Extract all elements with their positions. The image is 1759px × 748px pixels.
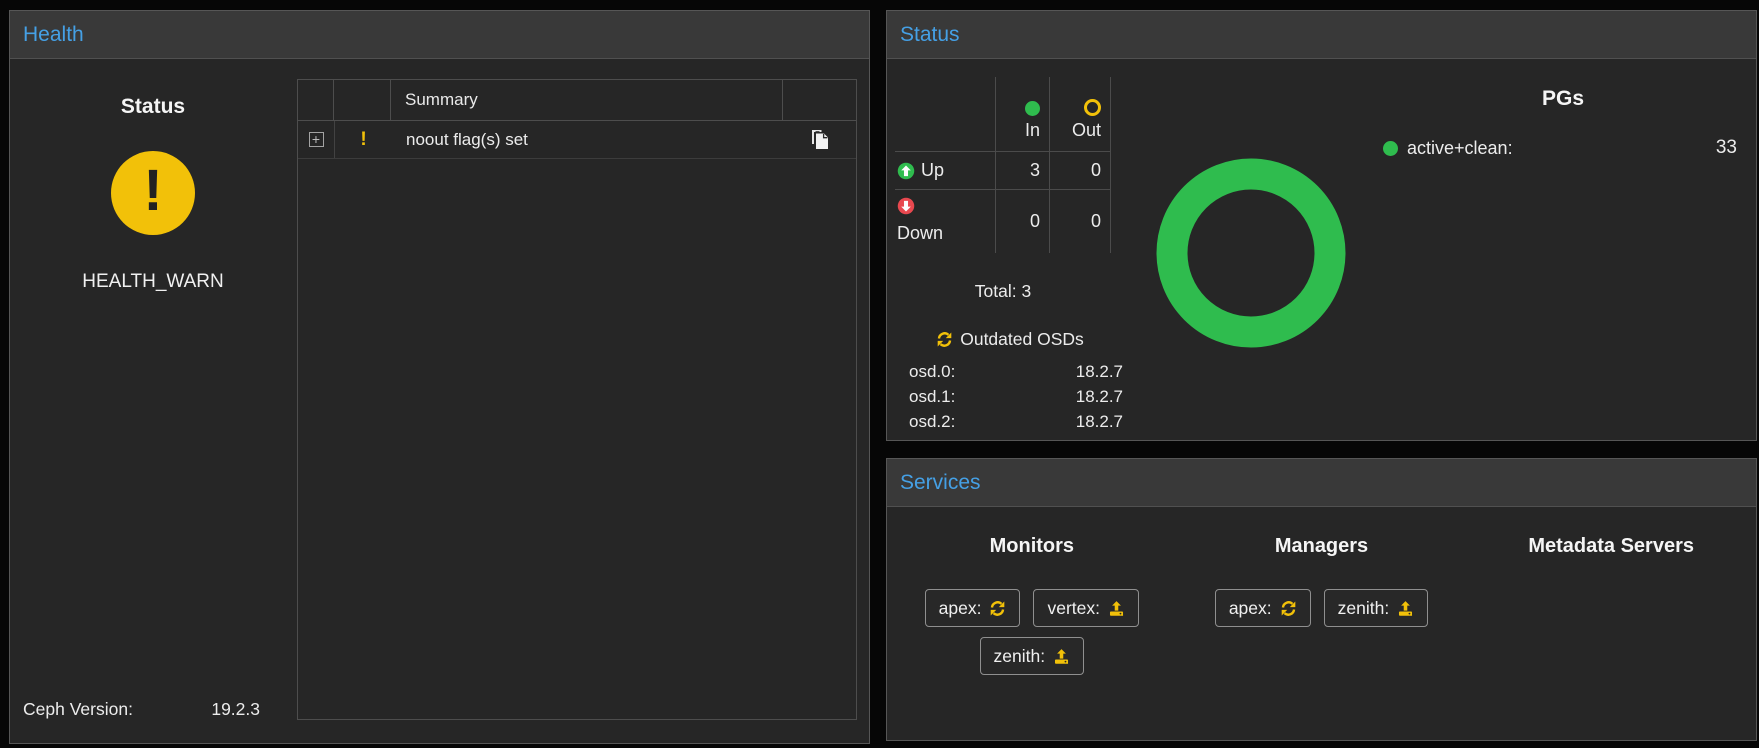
- up-in-value: 3: [995, 151, 1049, 189]
- health-panel-header: Health: [10, 11, 869, 59]
- service-badge-mon-vertex[interactable]: vertex:: [1033, 589, 1139, 627]
- metadata-servers-heading: Metadata Servers: [1466, 535, 1756, 558]
- managers-column: Managers apex: zenith:: [1177, 507, 1467, 741]
- arrow-down-circle-icon: [897, 197, 915, 215]
- osd-inout-table: In Out Up 3 0 Down 0: [895, 77, 1111, 253]
- metadata-servers-column: Metadata Servers: [1466, 507, 1756, 741]
- status-panel: Status In Out Up 3 0: [886, 10, 1757, 441]
- refresh-icon: [989, 600, 1006, 617]
- inout-in-header: In: [995, 77, 1049, 151]
- pgs-donut-chart: [1153, 155, 1349, 351]
- pgs-legend-label: active+clean:: [1407, 138, 1513, 159]
- expand-column-header: [298, 80, 334, 120]
- services-panel-body: Monitors apex: vertex: zenith:: [887, 507, 1756, 741]
- refresh-icon: [1280, 600, 1297, 617]
- monitors-heading: Monitors: [887, 535, 1177, 558]
- health-summary-grid: Summary + ! noout flag(s) set: [297, 79, 857, 720]
- down-in-value: 0: [995, 189, 1049, 253]
- health-panel-title: Health: [23, 23, 84, 47]
- service-badge-mon-zenith[interactable]: zenith:: [980, 637, 1085, 675]
- pgs-block: PGs active+clean: 33: [1367, 87, 1759, 159]
- out-ring-icon: [1084, 99, 1101, 116]
- outdated-osds-block: Outdated OSDs osd.0: 18.2.7 osd.1: 18.2.…: [891, 329, 1129, 434]
- copy-button[interactable]: [783, 129, 856, 150]
- ceph-dashboard: Health Status ! HEALTH_WARN Ceph Version…: [0, 0, 1759, 748]
- donut-ring: [1153, 155, 1349, 351]
- health-status-heading: Status: [10, 95, 296, 119]
- health-warning-icon: !: [111, 151, 195, 235]
- ceph-version-value: 19.2.3: [150, 699, 260, 720]
- active-clean-dot-icon: [1383, 141, 1398, 156]
- inout-out-header: Out: [1049, 77, 1111, 151]
- pgs-title: PGs: [1367, 87, 1759, 111]
- upload-icon: [1053, 648, 1070, 665]
- list-item: osd.1: 18.2.7: [891, 384, 1129, 409]
- arrow-up-circle-icon: [897, 162, 915, 180]
- services-panel: Services Monitors apex: vertex:: [886, 458, 1757, 741]
- summary-column-header: Summary: [391, 80, 783, 120]
- status-panel-body: In Out Up 3 0 Down 0: [887, 59, 1756, 441]
- service-badge-mgr-apex[interactable]: apex:: [1215, 589, 1311, 627]
- pgs-legend-value: 33: [1716, 137, 1737, 159]
- service-badge-mon-apex[interactable]: apex:: [925, 589, 1021, 627]
- plus-expand-icon: +: [309, 132, 324, 147]
- inout-corner-cell: [895, 77, 995, 151]
- osd-total: Total: 3: [895, 281, 1111, 302]
- services-panel-header: Services: [887, 459, 1756, 507]
- up-out-value: 0: [1049, 151, 1111, 189]
- summary-grid-header: Summary: [298, 80, 856, 121]
- services-panel-title: Services: [900, 471, 981, 495]
- copy-icon: [810, 129, 829, 150]
- refresh-icon: [936, 331, 953, 348]
- health-panel-body: Status ! HEALTH_WARN Ceph Version: 19.2.…: [10, 59, 869, 745]
- in-dot-icon: [1025, 101, 1040, 116]
- down-out-value: 0: [1049, 189, 1111, 253]
- action-column-header: [783, 80, 856, 120]
- severity-column-header: [334, 80, 391, 120]
- warning-exclamation-icon: !: [335, 129, 392, 151]
- managers-heading: Managers: [1177, 535, 1467, 558]
- status-panel-title: Status: [900, 23, 960, 47]
- ceph-version-label: Ceph Version:: [23, 699, 133, 720]
- pgs-legend-row: active+clean: 33: [1367, 137, 1759, 159]
- health-panel: Health Status ! HEALTH_WARN Ceph Version…: [9, 10, 870, 744]
- managers-services: apex: zenith:: [1177, 589, 1467, 627]
- outdated-osds-title: Outdated OSDs: [891, 329, 1129, 350]
- row-summary-text: noout flag(s) set: [392, 130, 783, 150]
- status-panel-header: Status: [887, 11, 1756, 59]
- table-row[interactable]: + ! noout flag(s) set: [298, 121, 856, 159]
- inout-up-row-label: Up: [895, 151, 995, 189]
- inout-down-row-label: Down: [895, 189, 995, 253]
- monitors-services: apex: vertex: zenith:: [887, 589, 1177, 675]
- upload-icon: [1397, 600, 1414, 617]
- service-badge-mgr-zenith[interactable]: zenith:: [1324, 589, 1429, 627]
- list-item: osd.0: 18.2.7: [891, 359, 1129, 384]
- upload-icon: [1108, 600, 1125, 617]
- list-item: osd.2: 18.2.7: [891, 409, 1129, 434]
- monitors-column: Monitors apex: vertex: zenith:: [887, 507, 1177, 741]
- row-expand-button[interactable]: +: [298, 121, 335, 158]
- health-status-value: HEALTH_WARN: [10, 271, 296, 293]
